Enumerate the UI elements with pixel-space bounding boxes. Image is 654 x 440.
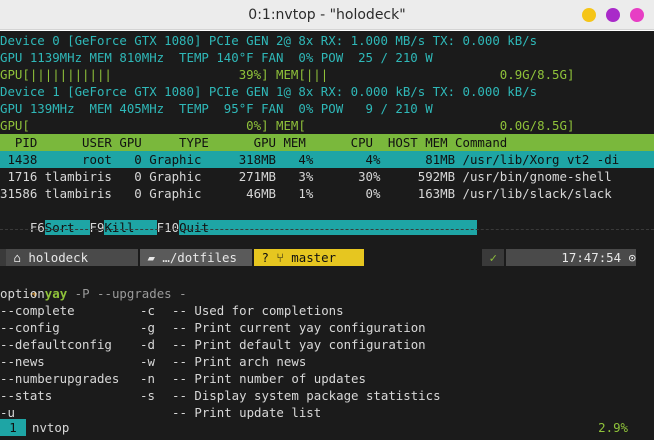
maximize-button[interactable] <box>606 8 620 22</box>
completion-heading: option <box>0 286 45 301</box>
gpu1-usage-bar: GPU[ 0%] MEM[ 0.0G/8.5G] <box>0 118 575 133</box>
sort-button[interactable]: Sort <box>44 220 90 235</box>
tmux-window-name[interactable]: nvtop <box>32 419 152 436</box>
f9-key: F9 <box>89 220 105 235</box>
tmux-window-index[interactable]: 1 <box>0 419 26 436</box>
quit-button[interactable]: Quit <box>179 220 478 235</box>
window-titlebar[interactable]: 0:1:nvtop - "holodeck" <box>0 0 654 30</box>
shell-prompt-bar: ⌂ holodeck ▰ …/dotfiles ? ⑂ master ✓ 17:… <box>0 249 654 266</box>
gpu0-clock-line: GPU 1139MHz MEM 810MHz TEMP 140°F FAN 0%… <box>0 50 433 65</box>
terminal[interactable]: Device 0 [GeForce GTX 1080] PCIe GEN 2@ … <box>0 31 654 440</box>
function-key-bar: F6Sort F9Kill F10Quit <box>0 202 654 235</box>
gpu1-device-line: Device 1 [GeForce GTX 1080] PCIe GEN 1@ … <box>0 84 538 99</box>
f6-key: F6 <box>29 220 45 235</box>
completion-item[interactable]: --config -g -- Print current yay configura… <box>0 319 654 336</box>
tmux-cpu-usage: 2.9% <box>598 420 628 435</box>
command-line[interactable]: ➜ yay -P --upgrades - <box>0 268 654 301</box>
prompt-host-segment: ⌂ holodeck <box>6 249 138 266</box>
completion-item[interactable]: --numberupgrades -n -- Print number of upd… <box>0 370 654 387</box>
gpu0-device-line: Device 0 [GeForce GTX 1080] PCIe GEN 2@ … <box>0 33 538 48</box>
minimize-button[interactable] <box>582 8 596 22</box>
f10-key: F10 <box>156 220 180 235</box>
prompt-time-segment: 17:47:54 ⊙ <box>506 249 636 266</box>
completion-item[interactable]: --news -w -- Print arch news <box>0 353 654 370</box>
close-button[interactable] <box>630 8 644 22</box>
prompt-status-segment: ✓ <box>482 249 505 266</box>
gpu1-clock-line: GPU 139MHz MEM 405MHz TEMP 95°F FAN 0% P… <box>0 101 433 116</box>
tmux-status-bar: 1 nvtop 2.9% <box>0 419 654 436</box>
window-title: 0:1:nvtop - "holodeck" <box>248 7 406 23</box>
completion-item[interactable]: --defaultconfig -d -- Print default yay co… <box>0 336 654 353</box>
process-table-header[interactable]: PID USER GPU TYPE GPU MEM CPU HOST MEM C… <box>0 134 654 151</box>
process-row-selected[interactable]: 1438 root 0 Graphic 318MB 4% 4% 81MB /us… <box>0 151 654 168</box>
pane-divider <box>0 229 654 230</box>
gpu0-usage-bar: GPU[||||||||||| 39%] MEM[||| 0.9G/8.5G] <box>0 67 575 82</box>
completion-item[interactable]: --complete -c -- Used for completions <box>0 302 654 319</box>
prompt-dir-segment: ▰ …/dotfiles <box>140 249 252 266</box>
process-row[interactable]: 31586 tlambiris 0 Graphic 46MB 1% 0% 163… <box>0 185 654 202</box>
completion-item[interactable]: --stats -s -- Display system package stati… <box>0 387 654 404</box>
prompt-git-segment: ? ⑂ master <box>254 249 364 266</box>
kill-button[interactable]: Kill <box>104 220 157 235</box>
process-row[interactable]: 1716 tlambiris 0 Graphic 271MB 3% 30% 59… <box>0 168 654 185</box>
